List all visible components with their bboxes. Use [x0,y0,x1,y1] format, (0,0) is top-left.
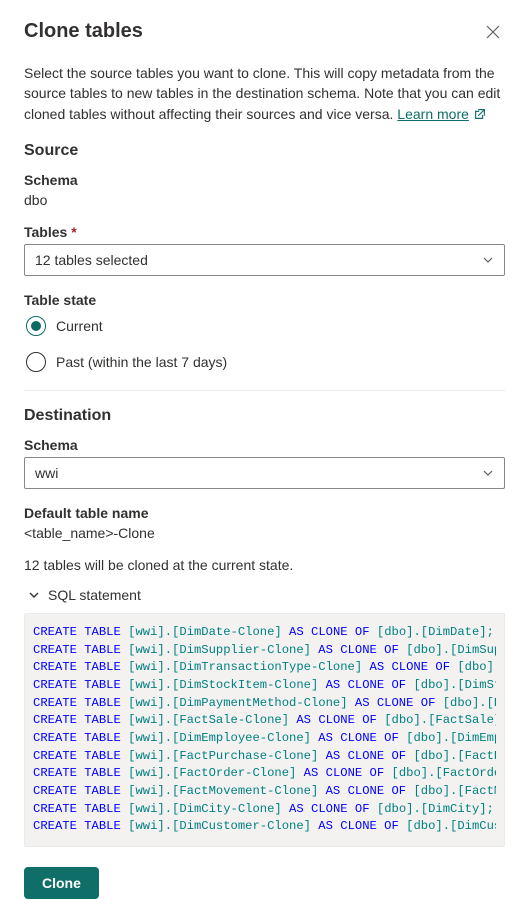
chevron-down-icon [482,254,494,266]
sql-line: CREATE TABLE [wwi].[DimCity-Clone] AS CL… [33,801,496,819]
sql-line: CREATE TABLE [wwi].[FactMovement-Clone] … [33,783,496,801]
sql-statement-label: SQL statement [48,587,141,603]
sql-statement-toggle[interactable]: SQL statement [24,587,505,603]
source-schema-value: dbo [24,192,505,208]
learn-more-label: Learn more [397,104,469,124]
sql-line: CREATE TABLE [wwi].[DimPaymentMethod-Clo… [33,695,496,713]
radio-past[interactable]: Past (within the last 7 days) [26,352,505,372]
sql-line: CREATE TABLE [wwi].[DimStockItem-Clone] … [33,677,496,695]
section-divider [24,390,505,391]
radio-icon-unselected [26,352,46,372]
radio-current-label: Current [56,318,103,334]
required-marker: * [71,224,76,240]
sql-line: CREATE TABLE [wwi].[FactOrder-Clone] AS … [33,765,496,783]
tables-dropdown[interactable]: 12 tables selected [24,244,505,276]
sql-line: CREATE TABLE [wwi].[FactSale-Clone] AS C… [33,712,496,730]
sql-line: CREATE TABLE [wwi].[DimCustomer-Clone] A… [33,818,496,836]
learn-more-link[interactable]: Learn more [397,104,487,124]
clone-summary: 12 tables will be cloned at the current … [24,557,505,573]
radio-icon-selected [26,316,46,336]
sql-line: CREATE TABLE [wwi].[DimEmployee-Clone] A… [33,730,496,748]
radio-past-label: Past (within the last 7 days) [56,354,227,370]
sql-line: CREATE TABLE [wwi].[FactPurchase-Clone] … [33,748,496,766]
destination-section-title: Destination [24,407,505,425]
destination-schema-label: Schema [24,437,505,453]
chevron-down-icon [28,589,40,601]
clone-button[interactable]: Clone [24,867,99,899]
default-table-name-label: Default table name [24,505,505,521]
close-button[interactable] [481,20,505,47]
sql-line: CREATE TABLE [wwi].[DimTransactionType-C… [33,659,496,677]
destination-schema-dropdown[interactable]: wwi [24,457,505,489]
default-table-name-value: <table_name>-Clone [24,525,505,541]
scrollbar-thumb[interactable] [494,620,500,650]
sql-line: CREATE TABLE [wwi].[DimSupplier-Clone] A… [33,642,496,660]
external-link-icon [473,107,487,121]
destination-schema-value: wwi [35,465,58,481]
sql-line: CREATE TABLE [wwi].[DimDate-Clone] AS CL… [33,624,496,642]
source-schema-label: Schema [24,172,505,188]
table-state-label: Table state [24,292,505,308]
tables-dropdown-value: 12 tables selected [35,252,148,268]
tables-label: Tables * [24,224,505,240]
sql-code-block[interactable]: CREATE TABLE [wwi].[DimDate-Clone] AS CL… [24,613,505,847]
source-section-title: Source [24,142,505,160]
radio-current[interactable]: Current [26,316,505,336]
dialog-title: Clone tables [24,20,143,43]
chevron-down-icon [482,467,494,479]
intro-text: Select the source tables you want to clo… [24,63,505,124]
close-icon [485,24,501,40]
